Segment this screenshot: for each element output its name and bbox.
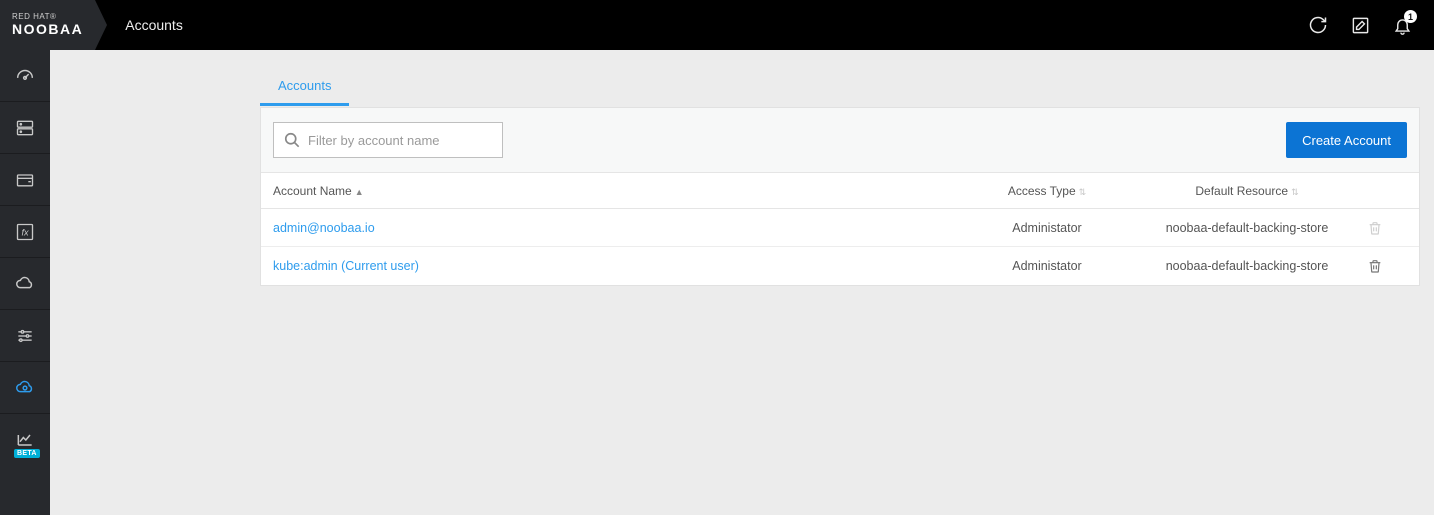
col-header-name[interactable]: Account Name▲ [273,184,967,198]
accounts-icon [14,377,36,399]
account-link[interactable]: admin@noobaa.io [273,221,375,235]
notification-badge: 1 [1404,10,1417,23]
brand-line2: NOOBAA [12,22,83,37]
sort-icon: ⇅ [1291,187,1299,197]
col-header-resource[interactable]: Default Resource⇅ [1127,184,1367,198]
search-input-wrap[interactable] [273,122,503,158]
trash-icon [1367,220,1407,236]
sidebar: fx BETA [0,50,50,515]
sidebar-item-buckets[interactable] [0,154,50,206]
account-link[interactable]: kube:admin (Current user) [273,259,419,273]
sidebar-item-analytics[interactable]: BETA [0,414,50,466]
brand-logo[interactable]: RED HAT® NOOBAA [0,0,95,50]
table-header: Account Name▲ Access Type⇅ Default Resou… [261,173,1419,209]
topbar: RED HAT® NOOBAA Accounts 1 [0,0,1434,50]
function-icon: fx [15,222,35,242]
access-type: Administator [967,221,1127,235]
search-input[interactable] [308,133,494,148]
default-resource: noobaa-default-backing-store [1127,221,1367,235]
topbar-actions: 1 [1308,15,1434,35]
create-account-button[interactable]: Create Account [1286,122,1407,158]
chart-line-icon [15,430,35,450]
sort-asc-icon: ▲ [355,187,364,197]
sliders-icon [15,326,35,346]
refresh-icon[interactable] [1308,15,1328,35]
sidebar-item-cloud[interactable] [0,258,50,310]
access-type: Administator [967,259,1127,273]
tab-accounts[interactable]: Accounts [260,68,349,106]
sidebar-item-dashboard[interactable] [0,50,50,102]
beta-badge: BETA [14,449,40,458]
gauge-icon [14,65,36,87]
default-resource: noobaa-default-backing-store [1127,259,1367,273]
sort-icon: ⇅ [1079,187,1087,197]
cloud-sync-icon [14,273,36,295]
table-row: kube:admin (Current user) Administator n… [261,247,1419,285]
page-title: Accounts [125,17,183,33]
storage-icon [15,118,35,138]
accounts-panel: Create Account Account Name▲ Access Type… [260,107,1420,286]
edit-icon[interactable] [1350,15,1370,35]
search-icon [282,130,302,150]
tabs: Accounts [260,68,1420,107]
svg-text:fx: fx [21,227,29,237]
sidebar-item-functions[interactable]: fx [0,206,50,258]
main-content: Accounts Create Account Account Name▲ Ac… [50,50,1434,515]
sidebar-item-storage[interactable] [0,102,50,154]
table-row: admin@noobaa.io Administator noobaa-defa… [261,209,1419,247]
toolbar: Create Account [261,108,1419,173]
bell-icon[interactable]: 1 [1392,15,1412,35]
trash-icon[interactable] [1367,258,1407,274]
col-header-access[interactable]: Access Type⇅ [967,184,1127,198]
sidebar-item-settings[interactable] [0,310,50,362]
wallet-icon [15,170,35,190]
sidebar-item-accounts[interactable] [0,362,50,414]
